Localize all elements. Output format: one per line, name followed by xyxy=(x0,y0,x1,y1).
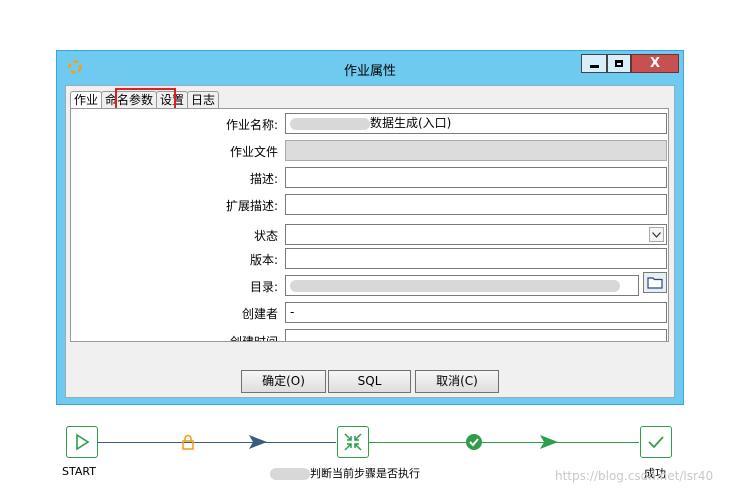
redacted-text xyxy=(290,279,620,292)
start-node-label: START xyxy=(62,465,96,478)
job-name-input[interactable]: 数据生成(入口) xyxy=(285,113,667,134)
play-icon xyxy=(76,433,90,451)
chevron-down-icon[interactable] xyxy=(649,227,664,242)
check-icon xyxy=(648,436,664,449)
start-node[interactable] xyxy=(66,426,98,458)
description-input[interactable] xyxy=(285,167,667,188)
close-button[interactable]: X xyxy=(631,54,679,73)
created-time-label: 创建时间 xyxy=(229,335,278,342)
job-file-input xyxy=(285,140,667,161)
success-node[interactable] xyxy=(640,426,672,458)
step-node-label: 判断当前步骤是否执行 xyxy=(270,465,420,481)
creator-input[interactable]: - xyxy=(285,302,667,323)
lock-icon xyxy=(181,434,195,453)
hop-line-start xyxy=(98,442,336,443)
minimize-button[interactable] xyxy=(581,54,607,73)
job-file-label: 作业文件 xyxy=(229,145,278,159)
arrow-right-icon xyxy=(540,435,558,452)
maximize-icon xyxy=(615,60,623,67)
tab-log[interactable]: 日志 xyxy=(187,91,220,109)
version-input[interactable] xyxy=(285,248,667,269)
step-node[interactable] xyxy=(337,426,369,458)
description-label: 描述: xyxy=(249,172,278,186)
dialog-client-area: 作业 命名参数 设置 日志 作业名称: 数据生成(入口) 作业文件 描述: 扩展… xyxy=(65,85,675,398)
directory-input[interactable] xyxy=(285,275,639,296)
cancel-button[interactable]: 取消(C) xyxy=(415,370,499,393)
arrow-right-icon xyxy=(249,435,267,452)
browse-folder-button[interactable] xyxy=(643,272,667,293)
job-properties-dialog: 作业属性 X 作业 命名参数 设置 日志 作业名称: 数据生成(入口) 作业文件… xyxy=(56,50,684,405)
status-label: 状态 xyxy=(253,229,278,243)
tab-bar: 作业 命名参数 设置 日志 xyxy=(70,88,220,118)
directory-label: 目录: xyxy=(249,280,278,294)
check-circle-icon xyxy=(466,434,482,453)
ext-description-label: 扩展描述: xyxy=(225,199,278,213)
created-time-input[interactable] xyxy=(285,329,667,341)
ext-description-input[interactable] xyxy=(285,194,667,215)
job-tab-panel: 作业名称: 数据生成(入口) 作业文件 描述: 扩展描述: 状态 版本: 目录: xyxy=(70,108,669,342)
version-label: 版本: xyxy=(249,253,278,267)
creator-label: 创建者 xyxy=(241,307,278,321)
folder-icon xyxy=(647,277,663,289)
redacted-text xyxy=(290,117,370,130)
watermark-text: https://blog.csdn.net/lsr40 xyxy=(555,469,714,483)
job-name-label: 作业名称: xyxy=(225,118,278,132)
status-select[interactable] xyxy=(285,224,667,245)
redacted-text xyxy=(270,468,310,480)
ok-button[interactable]: 确定(O) xyxy=(241,370,326,393)
maximize-button[interactable] xyxy=(607,54,631,73)
close-icon: X xyxy=(649,56,661,71)
collapse-icon xyxy=(344,433,362,451)
sql-button[interactable]: SQL xyxy=(328,370,411,393)
hop-line-success xyxy=(369,442,639,443)
minimize-icon xyxy=(589,65,599,68)
